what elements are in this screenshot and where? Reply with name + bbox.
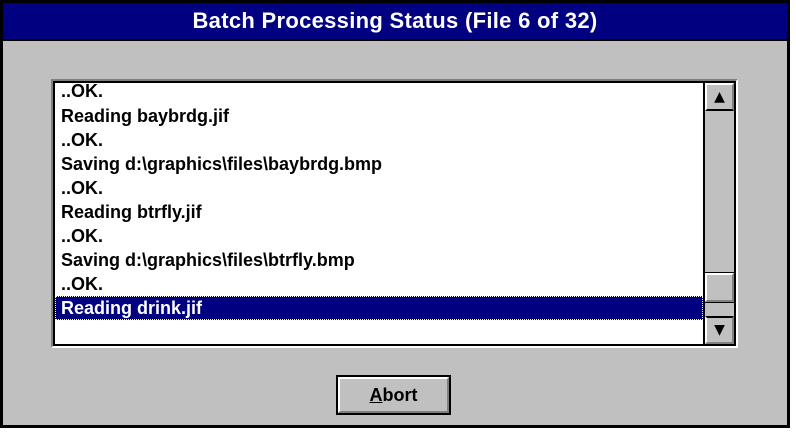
abort-button[interactable]: Abort [336,375,451,415]
abort-button-label: Abort [370,385,418,406]
abort-label-rest: bort [382,384,418,405]
abort-mnemonic: A [369,384,383,405]
log-line[interactable]: Reading btrfly.jif [55,200,703,224]
log-line[interactable]: ..OK. [55,224,703,248]
log-frame: ..OK. Reading baybrdg.jif ..OK. Saving d:\g… [51,79,738,348]
down-arrow-icon: ▼ [714,322,725,338]
log-line-selected[interactable]: Reading drink.jif [55,296,703,320]
log-line[interactable]: Reading baybrdg.jif [55,104,703,128]
log-line[interactable]: ..OK. [55,128,703,152]
log-listbox[interactable]: ..OK. Reading baybrdg.jif ..OK. Saving d:\g… [53,81,736,346]
scroll-down-button[interactable]: ▼ [705,316,734,344]
title-bar[interactable]: Batch Processing Status (File 6 of 32) [3,3,787,41]
dialog-title: Batch Processing Status (File 6 of 32) [192,8,598,33]
log-line[interactable]: ..OK. [55,176,703,200]
scroll-up-button[interactable]: ▲ [705,83,734,111]
log-line[interactable]: Saving d:\graphics\files\baybrdg.bmp [55,152,703,176]
scroll-thumb[interactable] [704,272,735,303]
log-line[interactable]: Saving d:\graphics\files\btrfly.bmp [55,248,703,272]
log-list[interactable]: ..OK. Reading baybrdg.jif ..OK. Saving d:\g… [55,83,703,344]
up-arrow-icon: ▲ [714,89,725,105]
scroll-track[interactable] [704,111,735,316]
vertical-scrollbar[interactable]: ▲ ▼ [703,83,735,344]
log-line[interactable]: ..OK. [55,83,703,104]
batch-status-dialog: Batch Processing Status (File 6 of 32) .… [0,0,790,428]
log-line[interactable]: ..OK. [55,272,703,296]
